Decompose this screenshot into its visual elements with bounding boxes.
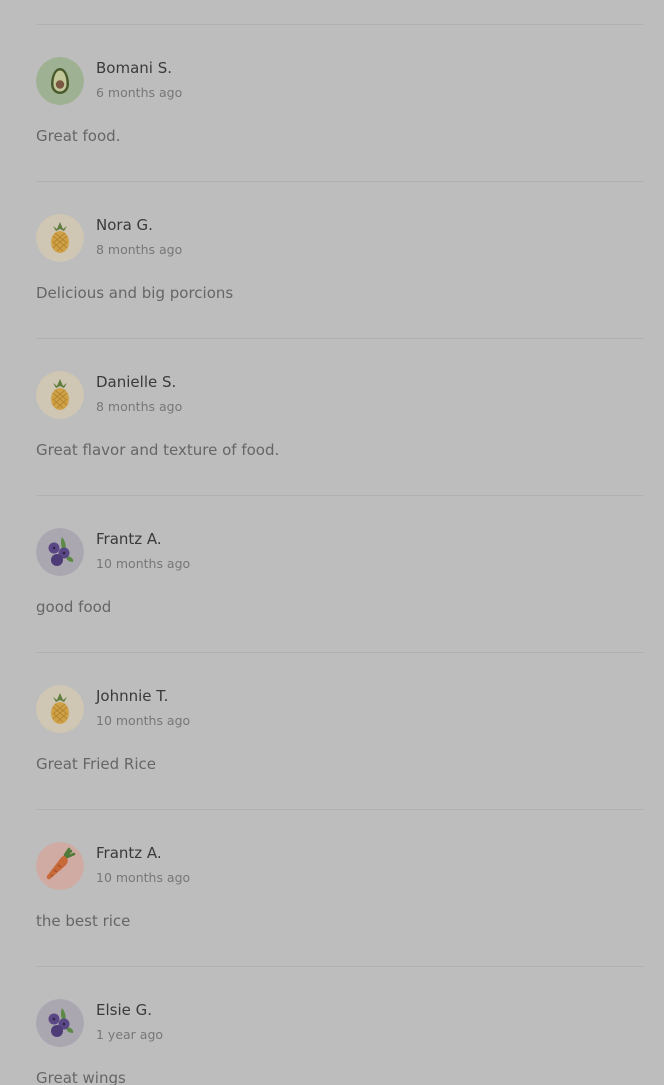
review-date: 1 year ago	[96, 1027, 164, 1042]
review-date: 10 months ago	[96, 870, 191, 885]
carrot-icon	[36, 842, 84, 890]
review-date: 8 months ago	[96, 399, 183, 414]
review-text: Great wings	[36, 1069, 126, 1085]
review-item: Frantz A. 10 months ago the best rice	[36, 809, 644, 965]
review-item: Johnnie T. 10 months ago Great Fried Ric…	[36, 652, 644, 808]
reviewer-name: Frantz A.	[96, 844, 162, 862]
reviewer-name: Johnnie T.	[96, 687, 169, 705]
reviews-list: Bomani S. 6 months ago Great food. Nora …	[0, 0, 664, 1085]
review-date: 6 months ago	[96, 85, 183, 100]
review-item: Bomani S. 6 months ago Great food.	[36, 24, 644, 180]
review-date: 10 months ago	[96, 713, 191, 728]
blueberries-icon	[36, 999, 84, 1047]
pineapple-icon	[36, 685, 84, 733]
review-text: Delicious and big porcions	[36, 284, 234, 302]
reviewer-name: Danielle S.	[96, 373, 177, 391]
review-text: the best rice	[36, 912, 131, 930]
review-text: Great Fried Rice	[36, 755, 156, 773]
reviewer-name: Nora G.	[96, 216, 153, 234]
reviewer-name: Frantz A.	[96, 530, 162, 548]
avocado-icon	[36, 57, 84, 105]
review-item: Danielle S. 8 months ago Great flavor an…	[36, 338, 644, 494]
review-item: Elsie G. 1 year ago Great wings	[36, 966, 644, 1085]
reviewer-name: Bomani S.	[96, 59, 173, 77]
pineapple-icon	[36, 371, 84, 419]
review-text: Great flavor and texture of food.	[36, 441, 280, 459]
pineapple-icon	[36, 214, 84, 262]
reviewer-name: Elsie G.	[96, 1001, 153, 1019]
review-item: Frantz A. 10 months ago good food	[36, 495, 644, 651]
blueberries-icon	[36, 528, 84, 576]
review-date: 8 months ago	[96, 242, 183, 257]
review-text: good food	[36, 598, 112, 616]
review-item: Nora G. 8 months ago Delicious and big p…	[36, 181, 644, 337]
review-text: Great food.	[36, 127, 121, 145]
review-date: 10 months ago	[96, 556, 191, 571]
